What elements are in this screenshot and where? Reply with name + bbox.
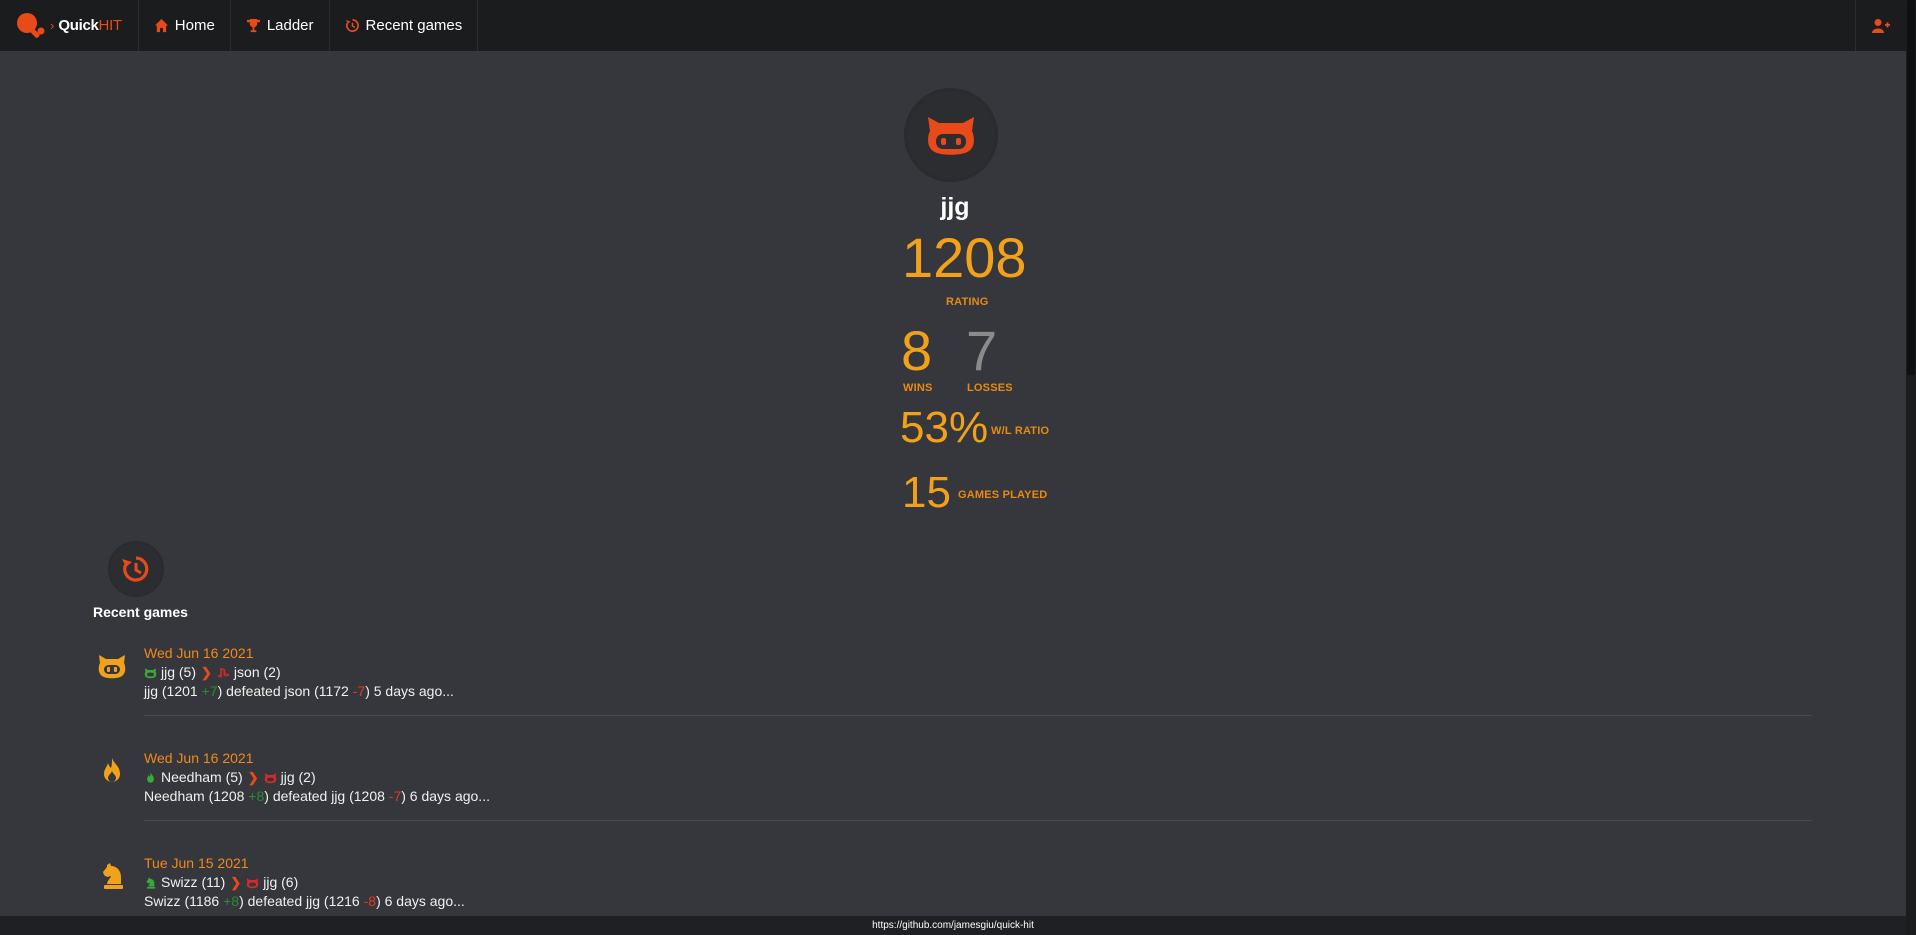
robot-face-icon xyxy=(98,655,126,679)
game-date: Tue Jun 15 2021 xyxy=(144,855,249,871)
game-players: Swizz (11) ❯ jjg (6) xyxy=(144,873,1812,892)
brand[interactable]: › QuickHIT xyxy=(0,0,139,51)
game-summary: Swizz (1186 +8) defeated jjg (1216 -8) 6… xyxy=(144,893,465,909)
game-summary: jjg (1201 +7) defeated json (1172 -7) 5 … xyxy=(144,683,454,699)
wl-ratio-label: W/L RATIO xyxy=(991,425,1050,437)
winner[interactable]: Needham (5) xyxy=(144,768,243,787)
game-players: Needham (5) ❯ jjg (2) xyxy=(144,768,1812,787)
chess-knight-icon xyxy=(103,863,123,889)
games-played-value: 15 xyxy=(902,468,951,517)
robot-face-icon xyxy=(144,667,157,678)
rating-value: 1208 xyxy=(902,226,1027,289)
losses-value: 7 xyxy=(966,319,998,382)
chess-knight-icon xyxy=(146,876,156,889)
brand-name: QuickHIT xyxy=(58,17,122,34)
add-user-button[interactable] xyxy=(1855,0,1906,51)
loser[interactable]: jjg (6) xyxy=(246,873,298,892)
divider xyxy=(144,715,1812,716)
chevron-right-icon: ❯ xyxy=(247,770,259,785)
wins-label: WINS xyxy=(903,382,933,394)
nav-home[interactable]: Home xyxy=(139,0,231,51)
fire-icon xyxy=(147,771,154,783)
nav-ladder-label: Ladder xyxy=(266,17,314,34)
nav-recent-games[interactable]: Recent games xyxy=(330,0,479,51)
player-avatar xyxy=(904,88,998,182)
rating-change-negative: -8 xyxy=(363,893,377,909)
rating-change-negative: -7 xyxy=(352,683,366,699)
rating-change-positive: +8 xyxy=(223,893,240,909)
loser-name: json (2) xyxy=(233,664,281,680)
rating-change-negative: -7 xyxy=(388,788,402,804)
chevron-right-icon: ❯ xyxy=(201,665,212,680)
history-icon xyxy=(345,19,359,32)
loser[interactable]: jjg (2) xyxy=(264,768,316,787)
rating-change-positive: +7 xyxy=(201,683,218,699)
nav-ladder[interactable]: Ladder xyxy=(231,0,330,51)
nav-home-label: Home xyxy=(174,17,215,34)
wl-ratio-value: 53% xyxy=(900,403,989,452)
winner[interactable]: Swizz (11) xyxy=(144,873,225,892)
wins-value: 8 xyxy=(901,319,933,382)
recent-games-title: Recent games xyxy=(93,604,188,620)
robot-face-icon xyxy=(247,877,259,888)
recent-games-badge xyxy=(108,541,164,597)
rating-label: RATING xyxy=(946,296,989,308)
player-name: jjg xyxy=(940,193,970,221)
loser-name: jjg (2) xyxy=(280,769,316,785)
game-date: Wed Jun 16 2021 xyxy=(144,645,254,661)
trophy-icon xyxy=(246,18,260,33)
winner-name: Needham (5) xyxy=(161,769,243,785)
loser-name: jjg (6) xyxy=(263,874,299,890)
robot-face-icon xyxy=(928,117,974,155)
game-date: Wed Jun 16 2021 xyxy=(144,750,254,766)
loser[interactable]: json (2) xyxy=(217,663,281,682)
winner-name: Swizz (11) xyxy=(161,874,226,890)
nav-recent-games-label: Recent games xyxy=(365,17,463,34)
robot-face-icon xyxy=(264,772,276,783)
games-played-label: GAMES PLAYED xyxy=(958,489,1048,501)
home-icon xyxy=(154,18,168,33)
ping-pong-logo-icon xyxy=(17,12,45,38)
footer: https://github.com/jamesgiu/quick-hit xyxy=(0,916,1906,935)
playstation-icon xyxy=(217,667,230,678)
winner-name: jjg (5) xyxy=(161,664,197,680)
game-players: jjg (5) ❯ json (2) xyxy=(144,663,1812,682)
add-user-icon xyxy=(1872,18,1890,33)
divider xyxy=(144,820,1812,821)
winner[interactable]: jjg (5) xyxy=(144,663,196,682)
history-icon xyxy=(122,556,149,582)
github-link[interactable]: https://github.com/jamesgiu/quick-hit xyxy=(872,920,1034,931)
chevron-right-icon: ❯ xyxy=(230,875,242,890)
scrollbar[interactable] xyxy=(1906,0,1916,935)
brand-caret: › xyxy=(50,18,55,33)
game-summary: Needham (1208 +8) defeated jjg (1208 -7)… xyxy=(144,788,490,804)
rating-change-positive: +8 xyxy=(248,788,265,804)
losses-label: LOSSES xyxy=(967,382,1013,394)
top-navbar: › QuickHIT Home Ladder Recent games xyxy=(0,0,1906,51)
fire-icon xyxy=(104,758,120,782)
scrollbar-thumb[interactable] xyxy=(1907,0,1915,375)
